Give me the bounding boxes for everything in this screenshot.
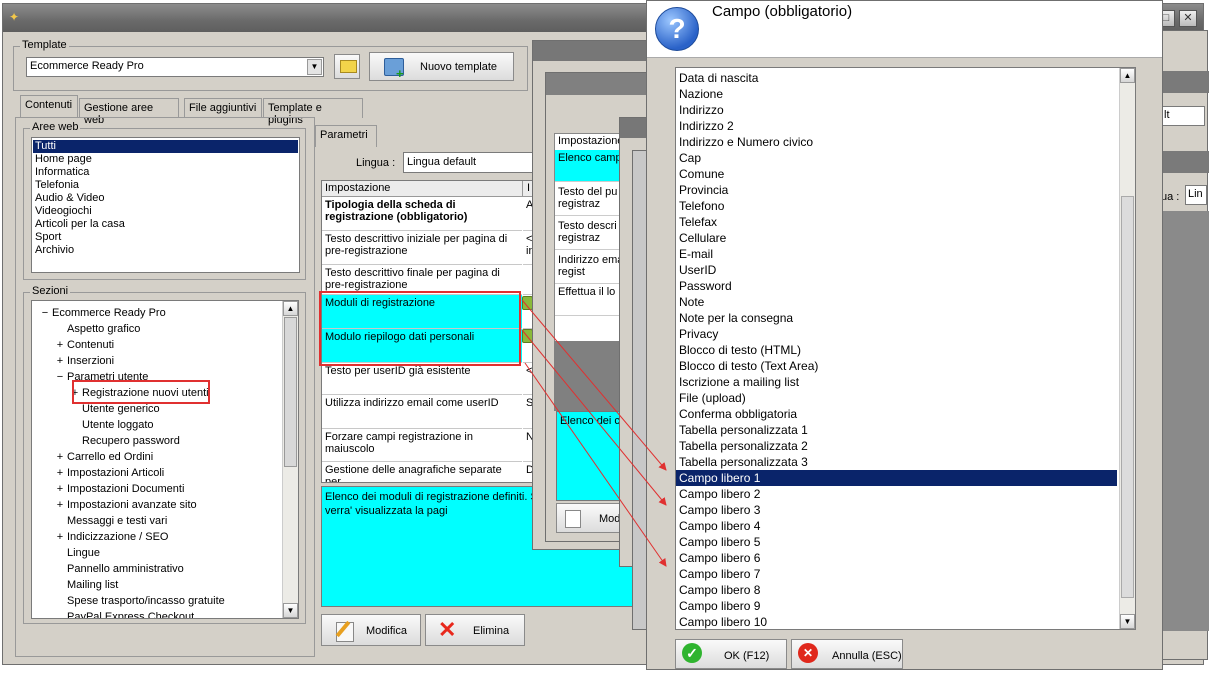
arrow-1 xyxy=(521,299,667,471)
annotation-arrows xyxy=(521,299,667,567)
arrow-3 xyxy=(524,362,667,567)
arrow-2 xyxy=(521,329,667,506)
